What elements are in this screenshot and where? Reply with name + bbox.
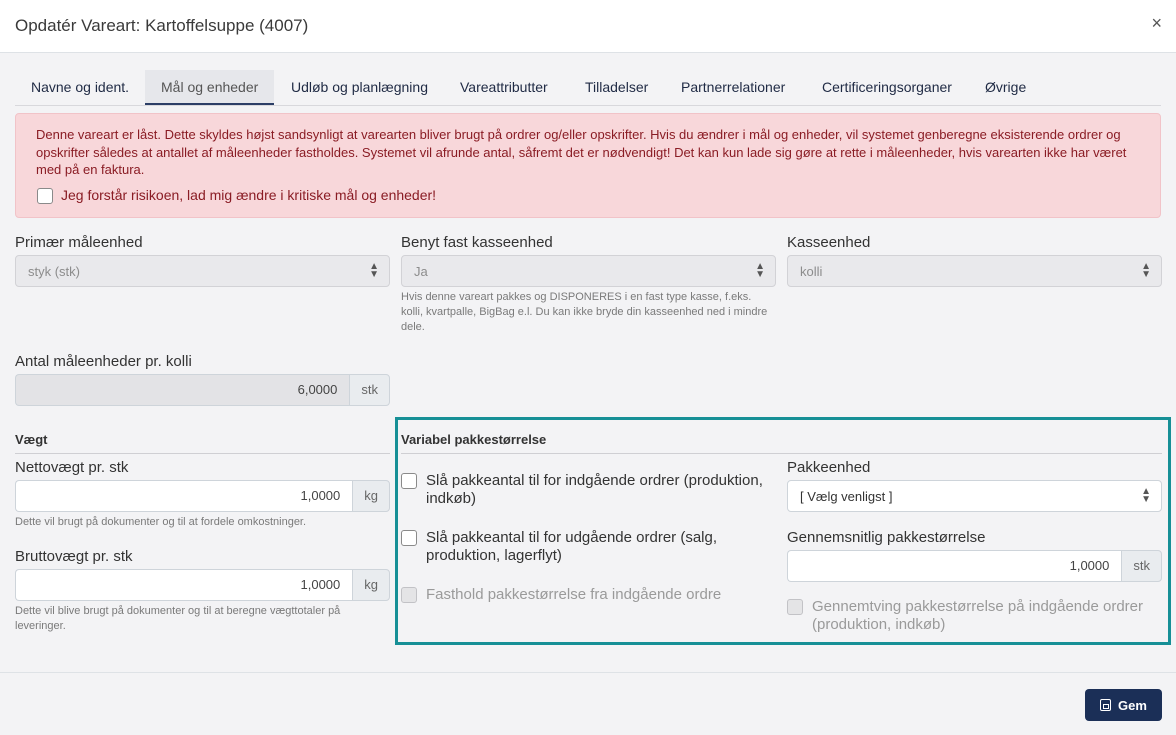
case-unit-label: Kasseenhed bbox=[787, 234, 871, 251]
keep-pack-row: Fasthold pakkestørrelse fra indgående or… bbox=[401, 586, 776, 604]
units-per-case-addon: stk bbox=[349, 374, 390, 406]
tab-other[interactable]: Øvrige bbox=[969, 70, 1042, 105]
inbound-pack-label: Slå pakkeantal til for indgående ordrer … bbox=[426, 472, 763, 507]
tab-partners[interactable]: Partnerrelationer bbox=[665, 70, 801, 105]
case-unit-select[interactable]: kolli ▲ ▼ bbox=[787, 255, 1162, 287]
save-button[interactable]: Gem bbox=[1085, 689, 1162, 721]
net-weight-addon: kg bbox=[352, 480, 390, 512]
risk-accept-row: Jeg forstår risikoen, lad mig ændre i kr… bbox=[37, 187, 436, 205]
tab-permissions[interactable]: Tilladelser bbox=[569, 70, 664, 105]
pack-unit-value: [ Vælg venligst ] bbox=[800, 489, 893, 504]
enforce-pack-checkbox bbox=[787, 599, 803, 615]
primary-unit-label: Primær måleenhed bbox=[15, 234, 143, 251]
save-label: Gem bbox=[1118, 697, 1147, 713]
weight-divider bbox=[15, 453, 390, 454]
tab-attributes[interactable]: Vareattributter bbox=[444, 70, 564, 105]
variable-pack-divider bbox=[401, 453, 1162, 454]
risk-accept-label: Jeg forstår risikoen, lad mig ændre i kr… bbox=[61, 187, 437, 203]
pack-unit-label: Pakkeenhed bbox=[787, 459, 871, 476]
inbound-pack-checkbox[interactable] bbox=[401, 473, 417, 489]
case-unit-value: kolli bbox=[800, 264, 823, 279]
gross-weight-help: Dette vil blive brugt på dokumenter og t… bbox=[15, 605, 341, 632]
avg-pack-group: 1,0000 stk bbox=[787, 550, 1162, 582]
enforce-pack-row: Gennemtving pakkestørrelse på indgående … bbox=[787, 598, 1162, 634]
tab-expiry[interactable]: Udløb og planlægning bbox=[275, 70, 444, 105]
fixed-case-select[interactable]: Ja ▲ ▼ bbox=[401, 255, 776, 287]
close-button[interactable]: × bbox=[1151, 13, 1162, 34]
gross-weight-input[interactable]: 1,0000 bbox=[15, 569, 353, 601]
net-weight-label: Nettovægt pr. stk bbox=[15, 459, 129, 476]
tab-certifications[interactable]: Certificeringsorganer bbox=[806, 70, 968, 105]
keep-pack-label: Fasthold pakkestørrelse fra indgående or… bbox=[426, 586, 722, 603]
net-weight-input[interactable]: 1,0000 bbox=[15, 480, 353, 512]
risk-accept-checkbox[interactable] bbox=[37, 187, 53, 204]
keep-pack-checkbox bbox=[401, 587, 417, 603]
gross-weight-addon: kg bbox=[352, 569, 390, 601]
enforce-pack-label: Gennemtving pakkestørrelse på indgående … bbox=[812, 598, 1144, 633]
units-per-case-input[interactable]: 6,0000 bbox=[15, 374, 350, 406]
tab-names[interactable]: Navne og ident. bbox=[15, 70, 145, 105]
modal-header: Opdatér Vareart: Kartoffelsuppe (4007) × bbox=[0, 0, 1176, 53]
gross-weight-group: 1,0000 kg bbox=[15, 569, 390, 601]
tab-bar: Navne og ident. Mål og enheder Udløb og … bbox=[15, 70, 1161, 106]
pack-unit-select[interactable]: [ Vælg venligst ] ▲ ▼ bbox=[787, 480, 1162, 512]
alert-text: Denne vareart er låst. Dette skyldes høj… bbox=[36, 127, 1127, 177]
avg-pack-addon: stk bbox=[1121, 550, 1162, 582]
avg-pack-input[interactable]: 1,0000 bbox=[787, 550, 1122, 582]
locked-warning-alert: Denne vareart er låst. Dette skyldes høj… bbox=[15, 113, 1161, 218]
save-icon bbox=[1100, 699, 1112, 711]
units-per-case-group: 6,0000 stk bbox=[15, 374, 390, 406]
sort-caret-icon: ▲ ▼ bbox=[755, 261, 765, 280]
primary-unit-select[interactable]: styk (stk) ▲ ▼ bbox=[15, 255, 390, 287]
sort-caret-icon: ▲ ▼ bbox=[1141, 486, 1151, 505]
primary-unit-value: styk (stk) bbox=[28, 264, 80, 279]
units-per-case-label: Antal måleenheder pr. kolli bbox=[15, 353, 192, 370]
footer-divider bbox=[0, 672, 1176, 673]
modal-title: Opdatér Vareart: Kartoffelsuppe (4007) bbox=[15, 16, 309, 35]
fixed-case-value: Ja bbox=[414, 264, 428, 279]
gross-weight-label: Bruttovægt pr. stk bbox=[15, 548, 133, 565]
outbound-pack-label: Slå pakkeantal til for udgående ordrer (… bbox=[426, 529, 718, 564]
net-weight-help: Dette vil brugt på dokumenter og til at … bbox=[15, 516, 307, 528]
fixed-case-help: Hvis denne vareart pakkes og DISPONERES … bbox=[401, 291, 768, 333]
avg-pack-label: Gennemsnitlig pakkestørrelse bbox=[787, 529, 986, 546]
fixed-case-label: Benyt fast kasseenhed bbox=[401, 234, 553, 251]
sort-caret-icon: ▲ ▼ bbox=[1141, 261, 1151, 280]
net-weight-group: 1,0000 kg bbox=[15, 480, 390, 512]
outbound-pack-row[interactable]: Slå pakkeantal til for udgående ordrer (… bbox=[401, 529, 776, 565]
variable-pack-title: Variabel pakkestørrelse bbox=[401, 432, 547, 447]
inbound-pack-row[interactable]: Slå pakkeantal til for indgående ordrer … bbox=[401, 472, 776, 508]
outbound-pack-checkbox[interactable] bbox=[401, 530, 417, 546]
sort-caret-icon: ▲ ▼ bbox=[369, 261, 379, 280]
tab-units[interactable]: Mål og enheder bbox=[145, 70, 275, 105]
weight-section-title: Vægt bbox=[15, 432, 48, 447]
